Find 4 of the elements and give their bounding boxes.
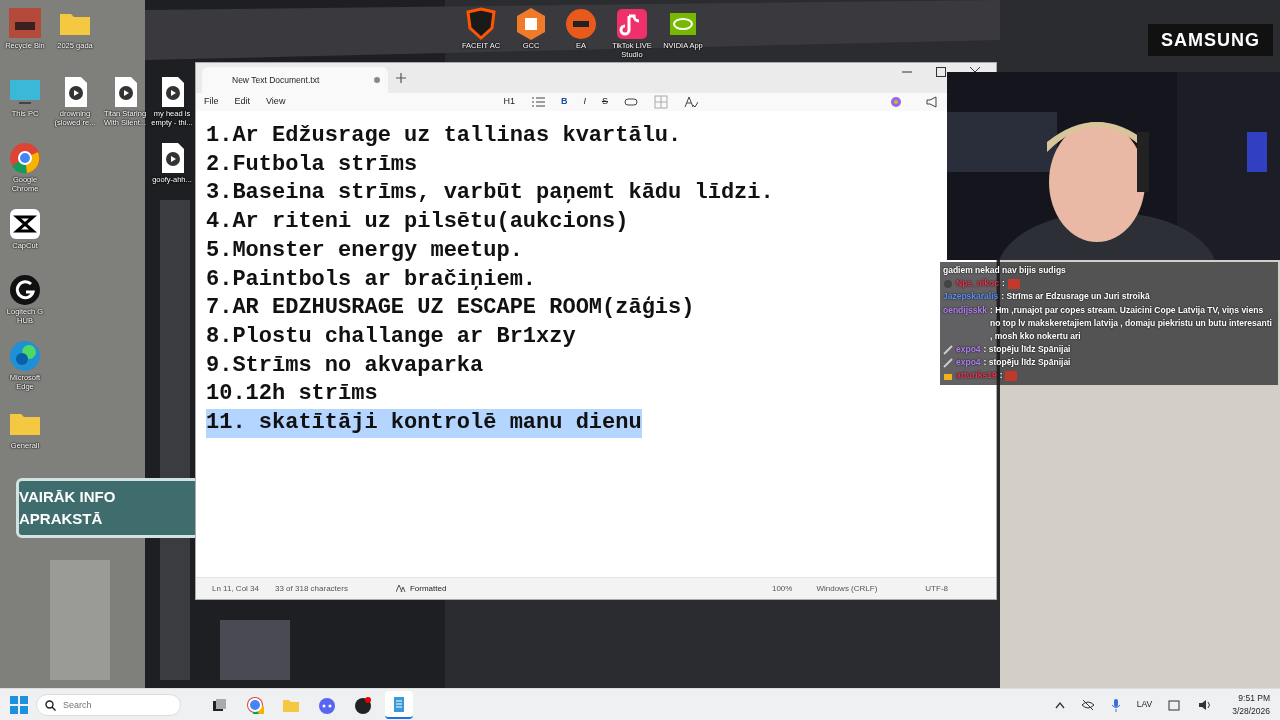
clock-time[interactable]: 9:51 PM bbox=[1238, 691, 1270, 705]
clock-date[interactable]: 3/28/2026 bbox=[1232, 704, 1270, 718]
search-field[interactable]: Search bbox=[36, 693, 181, 716]
language-indicator[interactable]: LAV bbox=[1136, 698, 1153, 711]
